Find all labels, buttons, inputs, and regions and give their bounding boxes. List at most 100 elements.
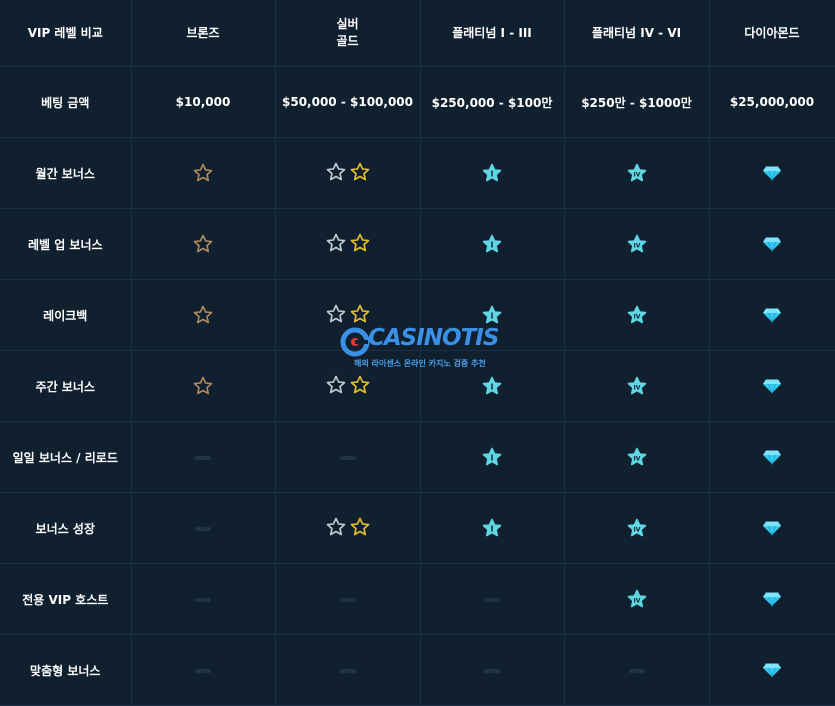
table-row: 레벨 업 보너스 I IV (0, 208, 835, 280)
tier-header-label: 다이아몬드 (744, 25, 800, 40)
silver-star-icon (326, 517, 346, 537)
table-cell (709, 350, 835, 422)
table-cell (709, 421, 835, 493)
svg-text:I: I (491, 382, 494, 391)
table-cell: IV (564, 350, 710, 422)
unavailable-dash-icon (339, 668, 356, 673)
gold-star-icon (350, 304, 370, 324)
diamond-icon (762, 662, 782, 678)
unavailable-dash-icon (484, 668, 500, 673)
svg-text:I: I (491, 311, 494, 320)
table-cell (709, 279, 835, 351)
table-cell (275, 137, 421, 209)
table-cell (420, 563, 565, 635)
silver-gold-star-pair (326, 233, 370, 253)
silver-gold-star-pair (326, 162, 370, 182)
tier-header-platinum-1-3: 플래티넘 I - III (420, 0, 565, 67)
table-row: 월간 보너스 I IV (0, 137, 835, 209)
tier-header-silver-gold: 실버골드 (275, 0, 421, 67)
unavailable-dash-icon (195, 455, 211, 460)
tier-header-label: 실버 (336, 17, 359, 31)
svg-text:IV: IV (633, 455, 640, 462)
table-cell: $250,000 - $100만 (420, 66, 565, 138)
vip-comparison-table: VIP 레벨 비교 브론즈 실버골드 플래티넘 I - III 플래티넘 IV … (0, 0, 835, 706)
platinum-1-star-icon: I (482, 163, 502, 183)
table-cell (709, 492, 835, 564)
table-cell: I (420, 279, 565, 351)
table-cell (131, 279, 276, 351)
table-cell (131, 492, 276, 564)
table-cell (275, 208, 421, 280)
table-cell: IV (564, 208, 710, 280)
table-cell (709, 563, 835, 635)
table-cell (275, 350, 421, 422)
tier-header-diamond: 다이아몬드 (709, 0, 835, 67)
table-cell: $50,000 - $100,000 (275, 66, 421, 138)
table-cell: I (420, 492, 565, 564)
svg-text:I: I (491, 453, 494, 462)
platinum-1-star-icon: I (482, 518, 502, 538)
tier-header-bronze: 브론즈 (131, 0, 276, 67)
row-label: 일일 보너스 / 리로드 (0, 421, 132, 493)
bronze-star-icon (193, 376, 213, 396)
svg-text:IV: IV (633, 597, 640, 604)
table-cell (275, 279, 421, 351)
diamond-icon (762, 520, 782, 536)
svg-text:IV: IV (633, 242, 640, 249)
bronze-star-icon (193, 305, 213, 325)
diamond-icon (762, 378, 782, 394)
table-cell (131, 563, 276, 635)
header-row: VIP 레벨 비교 브론즈 실버골드 플래티넘 I - III 플래티넘 IV … (0, 0, 835, 67)
table-row: 주간 보너스 I IV (0, 350, 835, 422)
table-cell: I (420, 208, 565, 280)
unavailable-dash-icon (628, 668, 645, 673)
table-cell (709, 634, 835, 706)
table-cell (709, 137, 835, 209)
row-label: 베팅 금액 (0, 66, 132, 138)
tier-header-label: 플래티넘 IV - VI (591, 25, 682, 40)
table-cell: IV (564, 563, 710, 635)
svg-text:IV: IV (633, 384, 640, 391)
row-label: 레벨 업 보너스 (0, 208, 132, 280)
row-label: 주간 보너스 (0, 350, 132, 422)
table-cell: I (420, 137, 565, 209)
corner-header: VIP 레벨 비교 (0, 0, 132, 67)
table-row: 전용 VIP 호스트 IV (0, 563, 835, 635)
gold-star-icon (350, 162, 370, 182)
svg-text:I: I (491, 169, 494, 178)
row-label: 전용 VIP 호스트 (0, 563, 132, 635)
platinum-4-star-icon: IV (627, 376, 647, 396)
diamond-icon (762, 591, 782, 607)
row-label: 레이크백 (0, 279, 132, 351)
silver-star-icon (326, 162, 346, 182)
diamond-icon (762, 449, 782, 465)
silver-star-icon (326, 375, 346, 395)
platinum-1-star-icon: I (482, 234, 502, 254)
platinum-4-star-icon: IV (627, 305, 647, 325)
table-cell (420, 634, 565, 706)
silver-gold-star-pair (326, 375, 370, 395)
table-cell (275, 492, 421, 564)
svg-text:IV: IV (633, 313, 640, 320)
table-cell: I (420, 421, 565, 493)
table-cell (131, 634, 276, 706)
unavailable-dash-icon (195, 668, 211, 673)
table-cell (131, 421, 276, 493)
table-cell: IV (564, 421, 710, 493)
table-cell: IV (564, 492, 710, 564)
platinum-4-star-icon: IV (627, 518, 647, 538)
unavailable-dash-icon (195, 526, 211, 531)
table-cell: I (420, 350, 565, 422)
svg-text:I: I (491, 524, 494, 533)
row-label: 월간 보너스 (0, 137, 132, 209)
table-cell: IV (564, 137, 710, 209)
table-cell (275, 634, 421, 706)
tier-header-label: 골드 (336, 34, 359, 48)
svg-text:IV: IV (633, 526, 640, 533)
platinum-4-star-icon: IV (627, 589, 647, 609)
table-cell (131, 350, 276, 422)
platinum-4-star-icon: IV (627, 234, 647, 254)
platinum-4-star-icon: IV (627, 447, 647, 467)
svg-text:I: I (491, 240, 494, 249)
table-cell: $10,000 (131, 66, 276, 138)
